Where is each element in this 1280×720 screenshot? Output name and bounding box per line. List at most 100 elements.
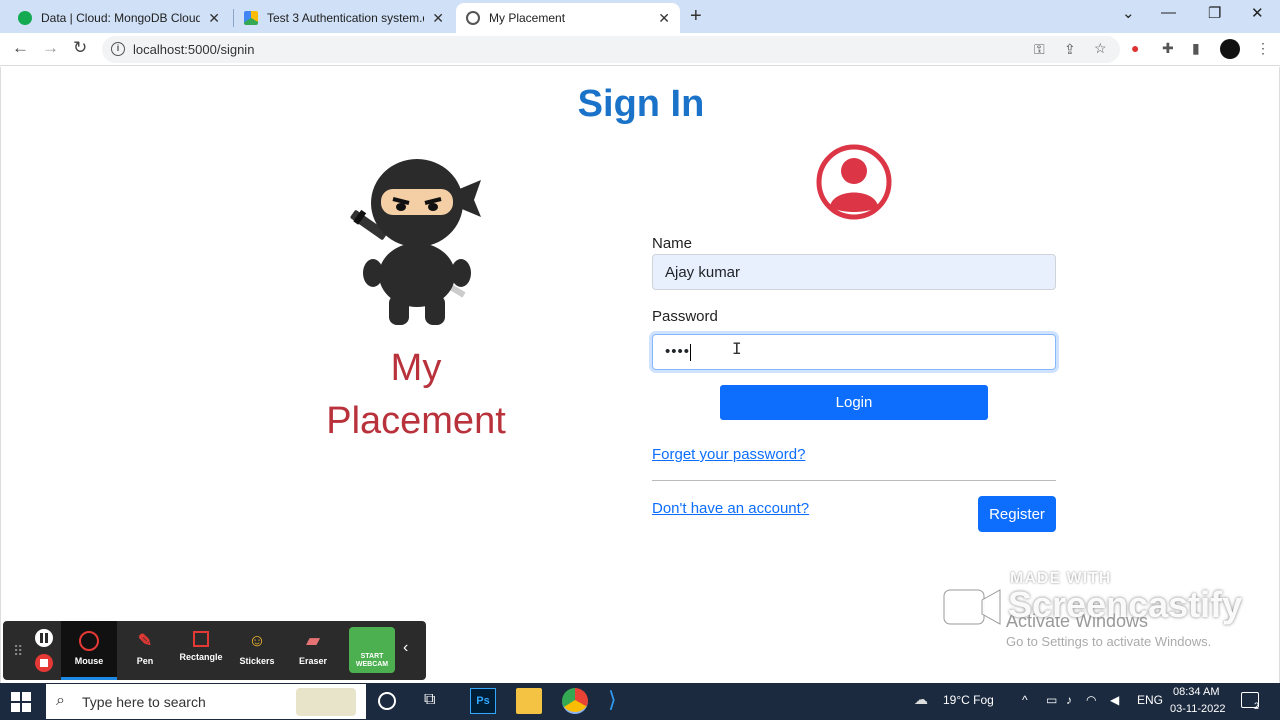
url-text[interactable]: localhost:5000/signin (133, 42, 254, 57)
task-view-icon[interactable]: ⧉ (424, 691, 450, 717)
tool-stickers[interactable]: ☺ Stickers (229, 621, 285, 680)
text-cursor-icon: I (732, 339, 742, 358)
eraser-icon: ▰ (306, 631, 320, 650)
restore-button[interactable]: ❐ (1208, 4, 1221, 22)
browser-toolbar: ← → ↻ i localhost:5000/signin ⚿ ⇪ ☆ ● ✚ … (0, 33, 1280, 66)
screencastify-watermark-text: Screencastify (1008, 584, 1243, 625)
vscode-icon[interactable]: ⟩ (608, 687, 634, 713)
tool-label: Pen (136, 656, 154, 666)
tool-eraser[interactable]: ▰ Eraser (285, 621, 341, 680)
close-tab-icon[interactable]: ✕ (658, 10, 670, 27)
tool-label: Rectangle (179, 652, 223, 662)
start-webcam-button[interactable]: START WEBCAM (349, 627, 395, 673)
bookmark-star-icon[interactable]: ☆ (1094, 40, 1107, 57)
pause-button[interactable] (35, 629, 53, 647)
sticker-smiley-icon: ☺ (248, 631, 266, 650)
side-panel-icon[interactable]: ▮ (1192, 40, 1200, 57)
divider (652, 480, 1056, 481)
clock-time[interactable]: 08:34 AM (1173, 686, 1219, 698)
language-indicator[interactable]: ENG (1137, 693, 1163, 707)
drag-handle-icon[interactable]: ⠿ (13, 643, 23, 660)
globe-icon (466, 11, 480, 25)
wifi-icon[interactable]: ◠ (1086, 693, 1096, 707)
taskbar-search-box[interactable]: ⌕ Type here to search (46, 684, 366, 719)
tab-mongodb[interactable]: Data | Cloud: MongoDB Cloud ✕ (8, 3, 230, 33)
login-button[interactable]: Login (720, 385, 988, 420)
site-info-icon[interactable]: i (111, 42, 125, 56)
browser-tab-strip: Data | Cloud: MongoDB Cloud ✕ Test 3 Aut… (0, 0, 1280, 33)
search-highlight-image (296, 688, 356, 716)
tool-label: Mouse (74, 656, 104, 666)
stop-button[interactable] (35, 654, 53, 672)
name-input[interactable] (652, 254, 1056, 290)
register-button[interactable]: Register (978, 496, 1056, 532)
close-window-button[interactable]: ✕ (1251, 4, 1264, 22)
tool-pen[interactable]: ✎ Pen (117, 621, 173, 680)
brand-name-line2: Placement (326, 400, 506, 442)
close-tab-icon[interactable]: ✕ (208, 10, 220, 27)
volume-icon[interactable]: ◀ (1110, 693, 1119, 707)
google-drive-icon (244, 11, 258, 25)
tab-title: Data | Cloud: MongoDB Cloud (41, 11, 201, 25)
ninja-mascot-image (350, 159, 481, 325)
tab-my-placement[interactable]: My Placement ✕ (456, 3, 680, 33)
address-bar[interactable]: i localhost:5000/signin ⚿ ⇪ ☆ (102, 36, 1120, 63)
share-icon[interactable]: ⇪ (1064, 41, 1076, 58)
forgot-password-link[interactable]: Forget your password? (652, 446, 805, 463)
mongodb-leaf-icon (18, 11, 32, 25)
new-tab-button[interactable]: + (690, 5, 702, 28)
screencastify-logo-icon (943, 589, 1001, 625)
page-title: Sign In (577, 83, 705, 125)
activate-windows-subtitle: Go to Settings to activate Windows. (1006, 634, 1212, 649)
windows-taskbar: ⌕ Type here to search ⧉ Ps ⟩ ☁ 19°C Fog … (0, 683, 1280, 720)
extensions-puzzle-icon[interactable]: ✚ (1162, 40, 1174, 57)
photoshop-icon[interactable]: Ps (470, 688, 496, 714)
file-explorer-icon[interactable] (516, 688, 542, 714)
minimize-button[interactable]: — (1161, 4, 1176, 21)
tool-label: Eraser (298, 656, 328, 666)
text-caret (690, 343, 692, 361)
clock-date[interactable]: 03-11-2022 (1170, 703, 1225, 715)
tab-search-chevron-icon[interactable]: ⌄ (1122, 4, 1135, 22)
user-avatar-icon (816, 144, 892, 220)
show-hidden-icons-chevron[interactable]: ^ (1022, 693, 1028, 707)
windows-start-icon[interactable] (11, 692, 31, 712)
key-icon[interactable]: ⚿ (1034, 41, 1045, 58)
weather-text[interactable]: 19°C Fog (943, 693, 994, 707)
chrome-taskbar-icon[interactable] (562, 688, 588, 714)
name-label: Name (652, 235, 693, 252)
tool-label: Stickers (239, 656, 275, 666)
tab-title: Test 3 Authentication system.doc (267, 11, 424, 25)
weather-cloud-icon[interactable]: ☁ (914, 691, 928, 708)
password-masked-value: •••• (665, 343, 691, 360)
password-label: Password (652, 308, 718, 325)
mouse-cursor-icon (79, 631, 99, 651)
search-placeholder: Type here to search (82, 694, 206, 710)
pause-bar-icon (45, 633, 48, 643)
tab-google-doc[interactable]: Test 3 Authentication system.doc ✕ (234, 3, 454, 33)
password-input[interactable]: •••• (652, 334, 1056, 370)
notification-count-badge: 2 (1254, 701, 1260, 711)
stop-square-icon (40, 659, 48, 667)
network-icon[interactable]: ▭ (1046, 693, 1057, 707)
brand-name-line1: My (390, 347, 442, 389)
rectangle-icon (193, 631, 209, 647)
tool-rectangle[interactable]: Rectangle (173, 621, 229, 680)
profile-avatar[interactable] (1220, 39, 1240, 59)
back-arrow-icon[interactable]: ← (12, 38, 29, 58)
pen-icon: ✎ (137, 631, 153, 650)
search-icon: ⌕ (56, 692, 65, 709)
screencastify-extension-icon[interactable]: ● (1131, 40, 1139, 56)
reload-icon[interactable]: ↻ (73, 38, 87, 58)
screencastify-toolbar: ⠿ Mouse ✎ Pen Rectangle ☺ Stickers ▰ Era… (3, 621, 426, 680)
tab-title: My Placement (489, 11, 566, 25)
microphone-icon[interactable]: ♪ (1066, 693, 1072, 707)
cortana-icon[interactable] (378, 692, 396, 710)
collapse-toolbar-icon[interactable]: ‹ (403, 639, 408, 657)
forward-arrow-icon[interactable]: → (42, 38, 59, 58)
pause-bar-icon (40, 633, 43, 643)
chrome-menu-icon[interactable]: ⋮ (1256, 40, 1270, 57)
close-tab-icon[interactable]: ✕ (432, 10, 444, 27)
no-account-link[interactable]: Don't have an account? (652, 500, 809, 517)
tool-mouse[interactable]: Mouse (61, 621, 117, 680)
